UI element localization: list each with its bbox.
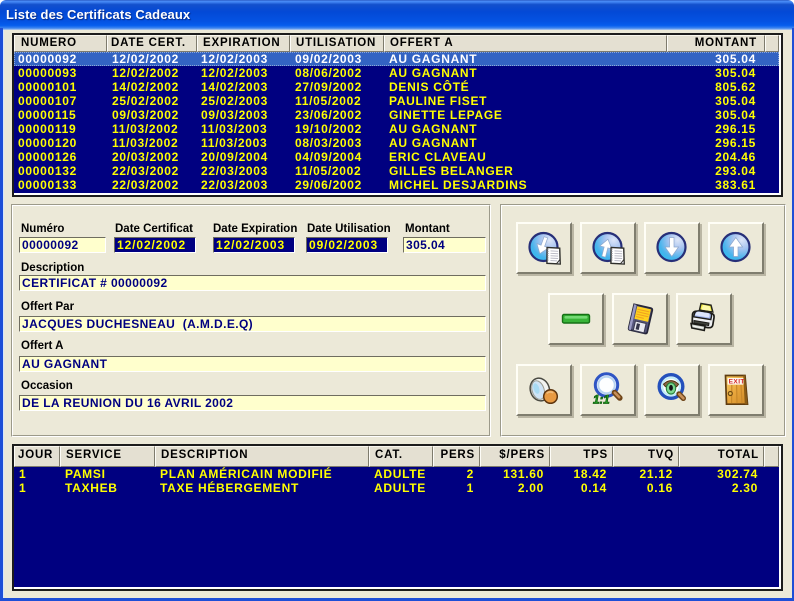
svg-text:1:1: 1:1 (593, 395, 610, 407)
svg-text:EXIT: EXIT (729, 379, 745, 386)
